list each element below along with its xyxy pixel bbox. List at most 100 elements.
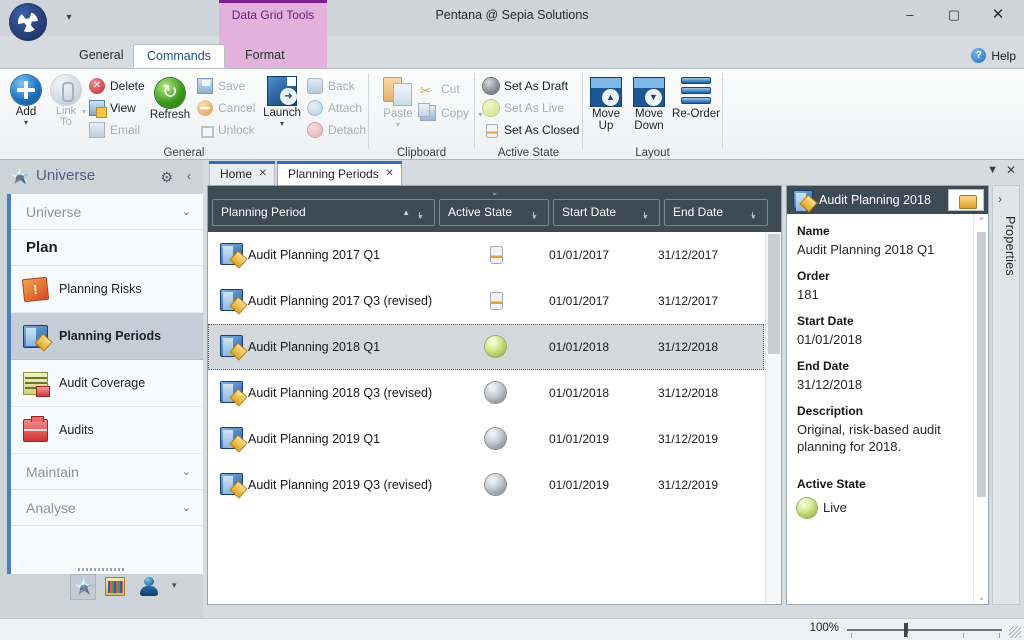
footer-universe-button[interactable]: [70, 574, 96, 600]
copy-button[interactable]: Copy ▾: [418, 102, 482, 124]
sidebar-resize-grip[interactable]: [78, 568, 124, 571]
table-row-selected[interactable]: Audit Planning 2018 Q1 01/01/2018 31/12/…: [208, 324, 764, 370]
table-row[interactable]: Audit Planning 2019 Q1 01/01/2019 31/12/…: [208, 416, 764, 462]
close-button[interactable]: ✕: [976, 0, 1020, 30]
properties-scrollbar-thumb[interactable]: [977, 232, 986, 497]
filter-icon-end-date[interactable]: [750, 205, 761, 230]
close-tab-home-icon[interactable]: ✕: [259, 163, 267, 185]
tab-home[interactable]: Home ✕: [209, 161, 276, 185]
zoom-tick: [851, 633, 852, 638]
column-header-active-state[interactable]: Active State: [439, 199, 549, 230]
back-button[interactable]: Back: [306, 75, 355, 97]
grid-scrollbar-thumb[interactable]: [768, 234, 780, 354]
expand-properties-icon[interactable]: ›: [998, 192, 1002, 206]
close-tab-planning-periods-icon[interactable]: ✕: [385, 163, 393, 185]
filter-icon-active-state[interactable]: [531, 205, 542, 230]
view-button[interactable]: View: [88, 97, 136, 119]
grid-column-header-bar: ⌄ Planning Period ▲ Active State Start D…: [208, 186, 781, 232]
properties-layers-button[interactable]: [948, 189, 984, 211]
property-value-name: Audit Planning 2018 Q1: [797, 242, 935, 257]
footer-analysis-button[interactable]: [102, 574, 128, 600]
table-row[interactable]: Audit Planning 2019 Q3 (revised) 01/01/2…: [208, 462, 764, 508]
footer-user-button[interactable]: [136, 574, 162, 600]
properties-panel: Audit Planning 2018 Name Audit Planning …: [786, 185, 989, 605]
planning-periods-icon: [23, 325, 48, 348]
state-live-icon: [485, 336, 506, 357]
gear-icon[interactable]: ⚙: [160, 169, 173, 186]
planning-risks-icon: [21, 276, 50, 303]
set-as-closed-button[interactable]: Set As Closed: [482, 119, 579, 141]
move-up-button[interactable]: MoveUp: [586, 73, 626, 132]
table-row[interactable]: Audit Planning 2017 Q1 01/01/2017 31/12/…: [208, 232, 764, 278]
sidebar-group-analyse[interactable]: Analyse ⌄: [11, 490, 203, 526]
filter-icon-planning-period[interactable]: [417, 205, 428, 230]
sidebar: Universe ⚙ ‹ Universe ⌄ Plan Planning Ri…: [0, 160, 203, 622]
help-button[interactable]: Help: [971, 46, 1016, 66]
sidebar-item-audits[interactable]: Audits: [11, 407, 203, 454]
refresh-button[interactable]: Refresh: [143, 74, 197, 121]
table-row[interactable]: Audit Planning 2017 Q3 (revised) 01/01/2…: [208, 278, 764, 324]
tab-commands[interactable]: Commands: [133, 44, 225, 68]
cancel-button[interactable]: Cancel: [196, 97, 255, 119]
save-button[interactable]: Save: [196, 75, 245, 97]
sidebar-group-maintain[interactable]: Maintain ⌄: [11, 454, 203, 490]
properties-scrollbar[interactable]: ⌃ ⌄: [973, 214, 988, 604]
data-grid: ⌄ Planning Period ▲ Active State Start D…: [207, 185, 782, 605]
table-row[interactable]: Audit Planning 2018 Q3 (revised) 01/01/2…: [208, 370, 764, 416]
tab-format[interactable]: Format: [232, 44, 298, 68]
set-as-draft-button[interactable]: Set As Draft: [482, 75, 568, 97]
unlock-button[interactable]: Unlock: [196, 119, 255, 141]
column-header-end-date[interactable]: End Date: [664, 199, 768, 230]
delete-button[interactable]: Delete: [88, 75, 145, 97]
paste-icon: [382, 75, 414, 107]
tab-list-dropdown-icon[interactable]: ▼: [987, 164, 998, 176]
email-button[interactable]: Email: [88, 119, 140, 141]
sidebar-item-audit-coverage[interactable]: Audit Coverage: [11, 360, 203, 407]
collapse-sidebar-icon[interactable]: ‹: [187, 169, 191, 183]
filter-icon-start-date[interactable]: [642, 205, 653, 230]
ribbon-group-layout-label: Layout: [635, 147, 670, 159]
audit-coverage-icon: [23, 372, 50, 397]
email-icon: [89, 122, 105, 138]
chevron-down-icon-maintain: ⌄: [181, 466, 191, 478]
tab-planning-periods[interactable]: Planning Periods ✕: [277, 161, 402, 185]
close-workspace-icon[interactable]: ✕: [1006, 163, 1016, 177]
property-label-active-state: Active State: [797, 477, 866, 491]
column-header-planning-period[interactable]: Planning Period ▲: [212, 199, 435, 230]
tab-general[interactable]: General: [66, 44, 136, 68]
properties-body: Name Audit Planning 2018 Q1 Order 181 St…: [787, 214, 973, 604]
sidebar-group-universe[interactable]: Universe ⌄: [11, 194, 203, 230]
link-to-icon: [51, 75, 81, 105]
set-as-live-button[interactable]: Set As Live: [482, 97, 564, 119]
property-value-start-date: 01/01/2018: [797, 332, 863, 347]
cut-button[interactable]: Cut: [419, 78, 460, 102]
attach-button[interactable]: Attach: [306, 97, 362, 119]
minimize-button[interactable]: –: [888, 0, 932, 30]
status-bar: 100%: [0, 618, 1024, 640]
paste-button[interactable]: Paste ▾: [373, 71, 423, 129]
window-resize-grip[interactable]: [1009, 626, 1021, 638]
footer-dropdown-icon[interactable]: ▾: [172, 580, 177, 591]
move-down-icon: [633, 77, 665, 107]
scroll-down-icon[interactable]: ⌄: [974, 590, 989, 604]
view-icon: [89, 100, 107, 118]
properties-side-tab[interactable]: › Properties: [992, 185, 1020, 605]
sidebar-item-planning-risks[interactable]: Planning Risks: [11, 266, 203, 313]
property-label-order: Order: [797, 269, 830, 283]
sidebar-item-planning-periods[interactable]: Planning Periods: [11, 313, 203, 360]
unlock-icon: [197, 122, 214, 138]
column-header-start-date[interactable]: Start Date: [553, 199, 660, 230]
link-to-button[interactable]: Link To ▾: [42, 71, 90, 128]
maximize-button[interactable]: ▢: [932, 0, 976, 30]
grid-expander-icon[interactable]: ⌄: [208, 186, 781, 198]
move-down-button[interactable]: MoveDown: [627, 73, 671, 132]
scroll-up-icon[interactable]: ⌃: [974, 214, 989, 228]
re-order-button[interactable]: Re-Order: [672, 73, 720, 120]
launch-button[interactable]: Launch ▾: [256, 72, 308, 128]
property-label-name: Name: [797, 224, 830, 238]
grid-vertical-scrollbar[interactable]: [765, 232, 781, 603]
row-planning-period-icon: [220, 243, 243, 265]
state-draft-icon: [485, 474, 506, 495]
zoom-slider-track[interactable]: [847, 629, 1002, 631]
detach-button[interactable]: Detach: [306, 119, 366, 141]
